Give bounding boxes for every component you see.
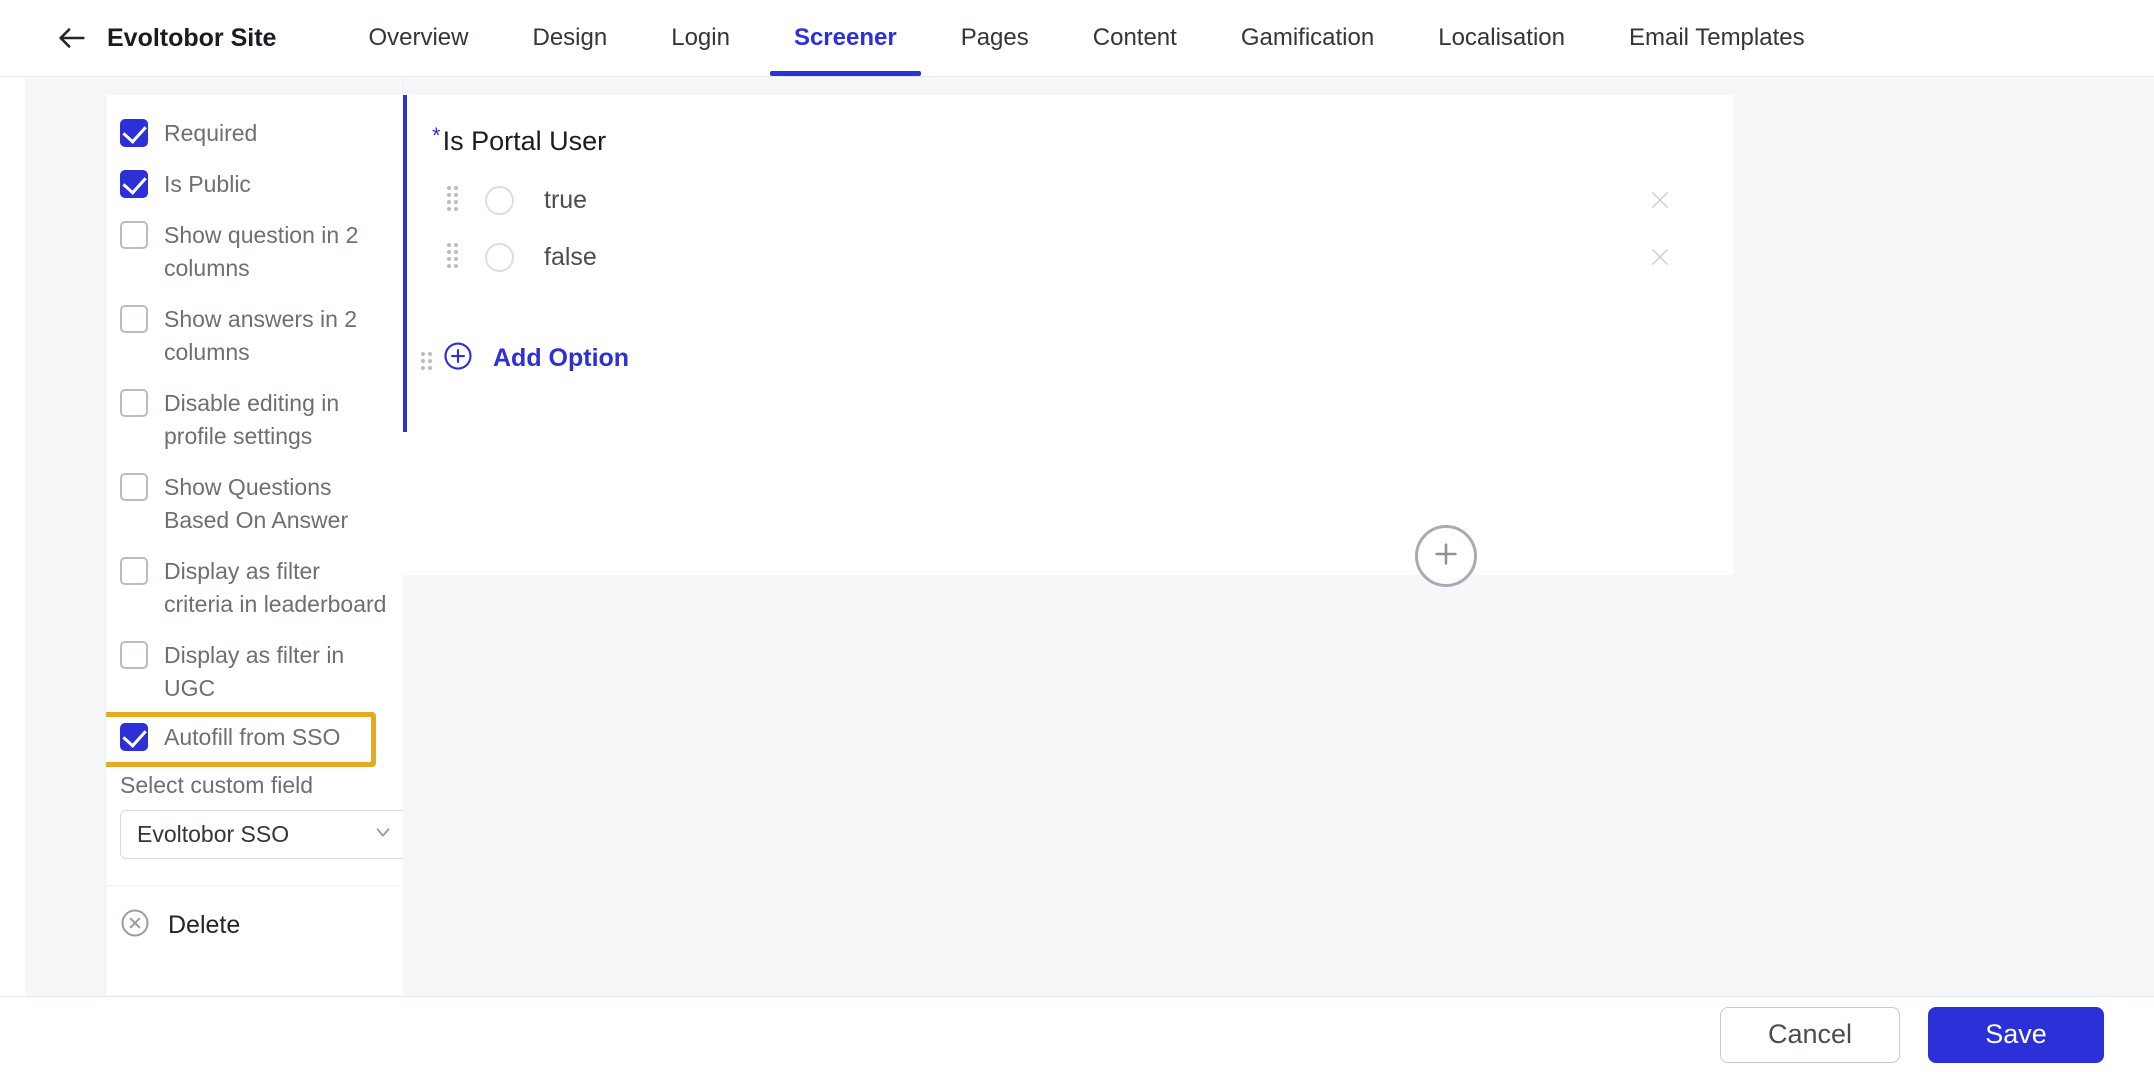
checkbox-label-required: Required <box>164 120 258 146</box>
checkbox-label-show-question-2-columns: Show question in 2 columns <box>164 222 359 281</box>
checkbox-label-disable-editing-profile: Disable editing in profile settings <box>164 390 340 449</box>
option-label-false: false <box>544 242 597 271</box>
app-root: Evoltobor Site Overview Design Login Scr… <box>0 0 2154 1072</box>
editor-pane: *Is Portal User true false Add Option <box>403 77 2154 996</box>
tab-login[interactable]: Login <box>639 0 762 76</box>
plus-circle-icon <box>443 341 473 376</box>
delete-label: Delete <box>168 911 241 939</box>
tab-overview[interactable]: Overview <box>336 0 500 76</box>
add-option-button[interactable]: Add Option <box>407 341 629 376</box>
footer-action-bar: Cancel Save <box>0 996 2154 1072</box>
checkbox-row-is-public[interactable]: Is Public <box>106 168 427 201</box>
checkbox-row-display-filter-ugc[interactable]: Display as filter in UGC <box>106 639 427 705</box>
tab-pages[interactable]: Pages <box>929 0 1061 76</box>
required-asterisk: * <box>432 123 441 148</box>
close-icon <box>1648 192 1672 216</box>
checkbox-is-public[interactable] <box>120 170 148 198</box>
option-radio-false[interactable] <box>485 242 514 272</box>
checkbox-row-required[interactable]: Required <box>106 117 427 150</box>
delete-button[interactable]: Delete <box>106 886 427 943</box>
checkbox-label-autofill-from-sso: Autofill from SSO <box>164 724 341 750</box>
arrow-left-icon <box>55 21 89 55</box>
checkbox-required[interactable] <box>120 119 148 147</box>
checkbox-row-display-filter-leaderboard[interactable]: Display as filter criteria in leaderboar… <box>106 555 427 621</box>
save-button[interactable]: Save <box>1928 1006 2104 1063</box>
tab-localisation[interactable]: Localisation <box>1406 0 1597 76</box>
checkbox-label-display-filter-leaderboard: Display as filter criteria in leaderboar… <box>164 558 387 617</box>
add-block-button[interactable] <box>1415 525 1477 587</box>
option-label-true: true <box>544 185 588 214</box>
checkbox-show-questions-based-on-answer[interactable] <box>120 473 148 501</box>
checkbox-autofill-from-sso[interactable] <box>120 723 148 751</box>
select-custom-field-value: Evoltobor SSO <box>137 821 290 847</box>
option-row-true: true <box>407 172 1737 228</box>
checkbox-row-show-questions-based-on-answer[interactable]: Show Questions Based On Answer <box>106 471 427 537</box>
tab-screener[interactable]: Screener <box>762 0 929 76</box>
nav-tabs: Overview Design Login Screener Pages Con… <box>336 0 1836 76</box>
tab-gamification[interactable]: Gamification <box>1209 0 1406 76</box>
workspace: Required Is Public Show question in 2 co… <box>0 77 2154 996</box>
option-drag-handle[interactable] <box>445 241 459 274</box>
checkbox-label-show-questions-based-on-answer: Show Questions Based On Answer <box>164 474 349 533</box>
close-circle-icon <box>120 908 150 943</box>
option-remove-true[interactable] <box>1648 188 1672 212</box>
question-block: *Is Portal User true false Add Option <box>403 95 1733 432</box>
option-radio-true[interactable] <box>485 185 514 215</box>
option-row-false: false <box>407 229 1737 285</box>
tab-design[interactable]: Design <box>501 0 640 76</box>
settings-card: Required Is Public Show question in 2 co… <box>105 95 427 995</box>
plus-icon <box>1430 538 1462 575</box>
back-button[interactable] <box>53 19 91 57</box>
question-card: *Is Portal User true false Add Option <box>403 95 1733 587</box>
option-drag-handle[interactable] <box>445 184 459 217</box>
option-remove-false[interactable] <box>1648 245 1672 269</box>
checkbox-display-filter-ugc[interactable] <box>120 641 148 669</box>
checkbox-disable-editing-profile[interactable] <box>120 389 148 417</box>
checkbox-row-disable-editing-profile[interactable]: Disable editing in profile settings <box>106 387 427 453</box>
add-option-label: Add Option <box>493 344 630 372</box>
settings-sidebar: Required Is Public Show question in 2 co… <box>25 77 427 996</box>
top-navigation-bar: Evoltobor Site Overview Design Login Scr… <box>0 0 2154 77</box>
question-title-text: Is Portal User <box>442 126 607 156</box>
checkbox-row-show-question-2-columns[interactable]: Show question in 2 columns <box>106 219 427 285</box>
checkbox-display-filter-leaderboard[interactable] <box>120 557 148 585</box>
close-icon <box>1648 249 1672 273</box>
autofill-highlight-wrapper: Autofill from SSO <box>106 712 427 767</box>
checkbox-label-is-public: Is Public <box>164 171 251 197</box>
checkbox-label-show-answers-2-columns: Show answers in 2 columns <box>164 306 358 365</box>
cancel-button[interactable]: Cancel <box>1720 1006 1900 1063</box>
checkbox-show-answers-2-columns[interactable] <box>120 305 148 333</box>
checkbox-show-question-2-columns[interactable] <box>120 221 148 249</box>
select-custom-field-dropdown[interactable]: Evoltobor SSO <box>120 810 409 859</box>
chevron-down-icon <box>372 821 394 848</box>
select-custom-field-label: Select custom field <box>120 772 314 798</box>
checkbox-row-show-answers-2-columns[interactable]: Show answers in 2 columns <box>106 303 427 369</box>
tab-email-templates[interactable]: Email Templates <box>1597 0 1837 76</box>
checkbox-row-autofill-from-sso[interactable]: Autofill from SSO <box>106 721 427 754</box>
question-title: *Is Portal User <box>432 123 606 157</box>
checkbox-label-display-filter-ugc: Display as filter in UGC <box>164 642 345 701</box>
tab-content[interactable]: Content <box>1061 0 1209 76</box>
site-title: Evoltobor Site <box>107 23 277 52</box>
